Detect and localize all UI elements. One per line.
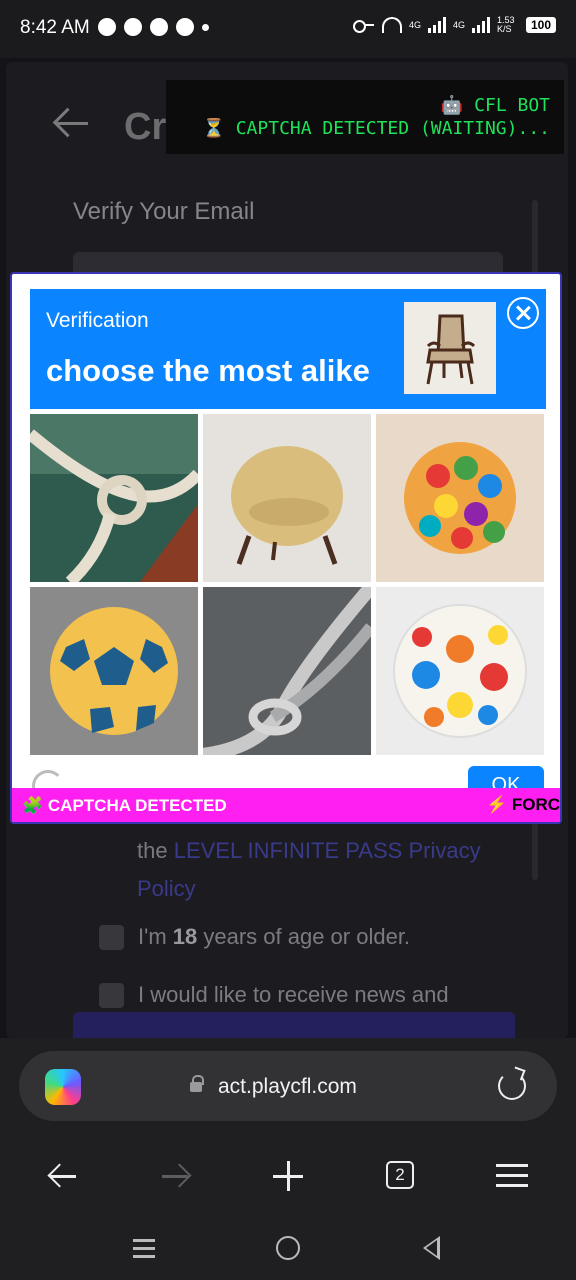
app-notification-icon bbox=[176, 18, 194, 36]
policy-prefix: the bbox=[137, 838, 174, 863]
reload-icon[interactable] bbox=[498, 1072, 526, 1100]
age-label-pre: I'm bbox=[138, 924, 173, 949]
home-icon[interactable] bbox=[276, 1236, 300, 1260]
address-bar[interactable]: act.playcfl.com bbox=[19, 1051, 557, 1121]
network-type-label: 4G bbox=[452, 19, 465, 30]
wifi-icon bbox=[381, 17, 402, 33]
system-navbar bbox=[0, 1216, 576, 1280]
more-notifications-icon bbox=[202, 24, 209, 31]
captcha-tile-colorful-soccer-ball[interactable] bbox=[376, 587, 544, 755]
reference-image-armchair bbox=[404, 302, 496, 394]
captcha-instruction: choose the most alike bbox=[46, 353, 370, 388]
tab-count-button[interactable]: 2 bbox=[386, 1161, 414, 1189]
age-label: I'm 18 years of age or older. bbox=[138, 924, 410, 950]
captcha-detected-banner: 🧩 CAPTCHA DETECTED ⚡ FORC bbox=[12, 788, 560, 822]
network-speed: 1.53 K/S bbox=[496, 15, 515, 34]
captcha-header-label: Verification bbox=[46, 309, 149, 332]
captcha-tile-grey-rope-knot[interactable] bbox=[203, 587, 371, 755]
copilot-icon[interactable] bbox=[45, 1069, 81, 1105]
captcha-tile-rope-knot-boat[interactable] bbox=[30, 414, 198, 582]
banner-left-text: 🧩 CAPTCHA DETECTED bbox=[22, 796, 227, 815]
recents-icon[interactable] bbox=[133, 1237, 155, 1259]
signal-icon bbox=[427, 17, 446, 33]
captcha-tile-beige-egg-chair[interactable] bbox=[203, 414, 371, 582]
close-icon[interactable] bbox=[507, 297, 539, 329]
status-right: 4G 4G 1.53 K/S 100 bbox=[352, 15, 556, 34]
system-back-icon[interactable] bbox=[423, 1236, 440, 1260]
new-tab-icon[interactable] bbox=[270, 1158, 306, 1194]
privacy-policy-text: the LEVEL INFINITE PASS Privacy Policy bbox=[137, 832, 497, 908]
age-checkbox-row[interactable]: I'm 18 years of age or older. bbox=[99, 924, 410, 950]
captcha-dialog: Verification choose the most alike OK 🧩 … bbox=[10, 272, 562, 824]
back-arrow-icon[interactable] bbox=[54, 108, 90, 138]
news-label: I would like to receive news and bbox=[138, 982, 449, 1007]
bot-name: 🤖 CFL BOT bbox=[440, 95, 550, 116]
verify-email-heading: Verify Your Email bbox=[73, 198, 255, 225]
captcha-image-grid bbox=[30, 414, 546, 758]
status-time: 8:42 AM bbox=[20, 17, 90, 38]
status-bar: 8:42 AM 4G 4G 1.53 K/S 100 bbox=[0, 0, 576, 58]
news-checkbox[interactable] bbox=[99, 982, 124, 1008]
notification-icons bbox=[98, 18, 209, 36]
captcha-footer: OK bbox=[12, 764, 560, 806]
bot-status: ⏳ CAPTCHA DETECTED (WAITING)... bbox=[202, 118, 550, 139]
app-notification-icon bbox=[124, 18, 142, 36]
lock-icon[interactable] bbox=[190, 1075, 204, 1092]
menu-icon[interactable] bbox=[494, 1158, 530, 1194]
age-label-post: years of age or older. bbox=[197, 924, 411, 949]
browser-navbar: 2 bbox=[0, 1136, 576, 1216]
back-icon[interactable] bbox=[46, 1158, 82, 1194]
game-notification-icon bbox=[150, 18, 168, 36]
bot-status-overlay: 🤖 CFL BOT ⏳ CAPTCHA DETECTED (WAITING)..… bbox=[166, 80, 564, 154]
age-label-bold: 18 bbox=[172, 924, 198, 949]
privacy-policy-link[interactable]: LEVEL INFINITE PASS Privacy Policy bbox=[137, 838, 481, 901]
signal-icon bbox=[471, 17, 490, 33]
app-notification-icon bbox=[98, 18, 116, 36]
age-checkbox[interactable] bbox=[99, 924, 124, 950]
forward-icon[interactable] bbox=[158, 1158, 194, 1194]
banner-right-text: ⚡ FORC bbox=[486, 795, 561, 814]
vpn-key-icon bbox=[352, 18, 375, 33]
network-type-label: 4G bbox=[408, 19, 421, 30]
captcha-tile-colorful-ball-cluster[interactable] bbox=[376, 414, 544, 582]
browser-toolbar: act.playcfl.com bbox=[0, 1038, 576, 1136]
news-checkbox-row[interactable]: I would like to receive news and bbox=[99, 982, 449, 1008]
battery-icon: 100 bbox=[525, 17, 556, 33]
url-text[interactable]: act.playcfl.com bbox=[218, 1075, 357, 1099]
captcha-tile-yellow-blue-soccer-ball[interactable] bbox=[30, 587, 198, 755]
captcha-header: Verification choose the most alike bbox=[30, 289, 546, 409]
